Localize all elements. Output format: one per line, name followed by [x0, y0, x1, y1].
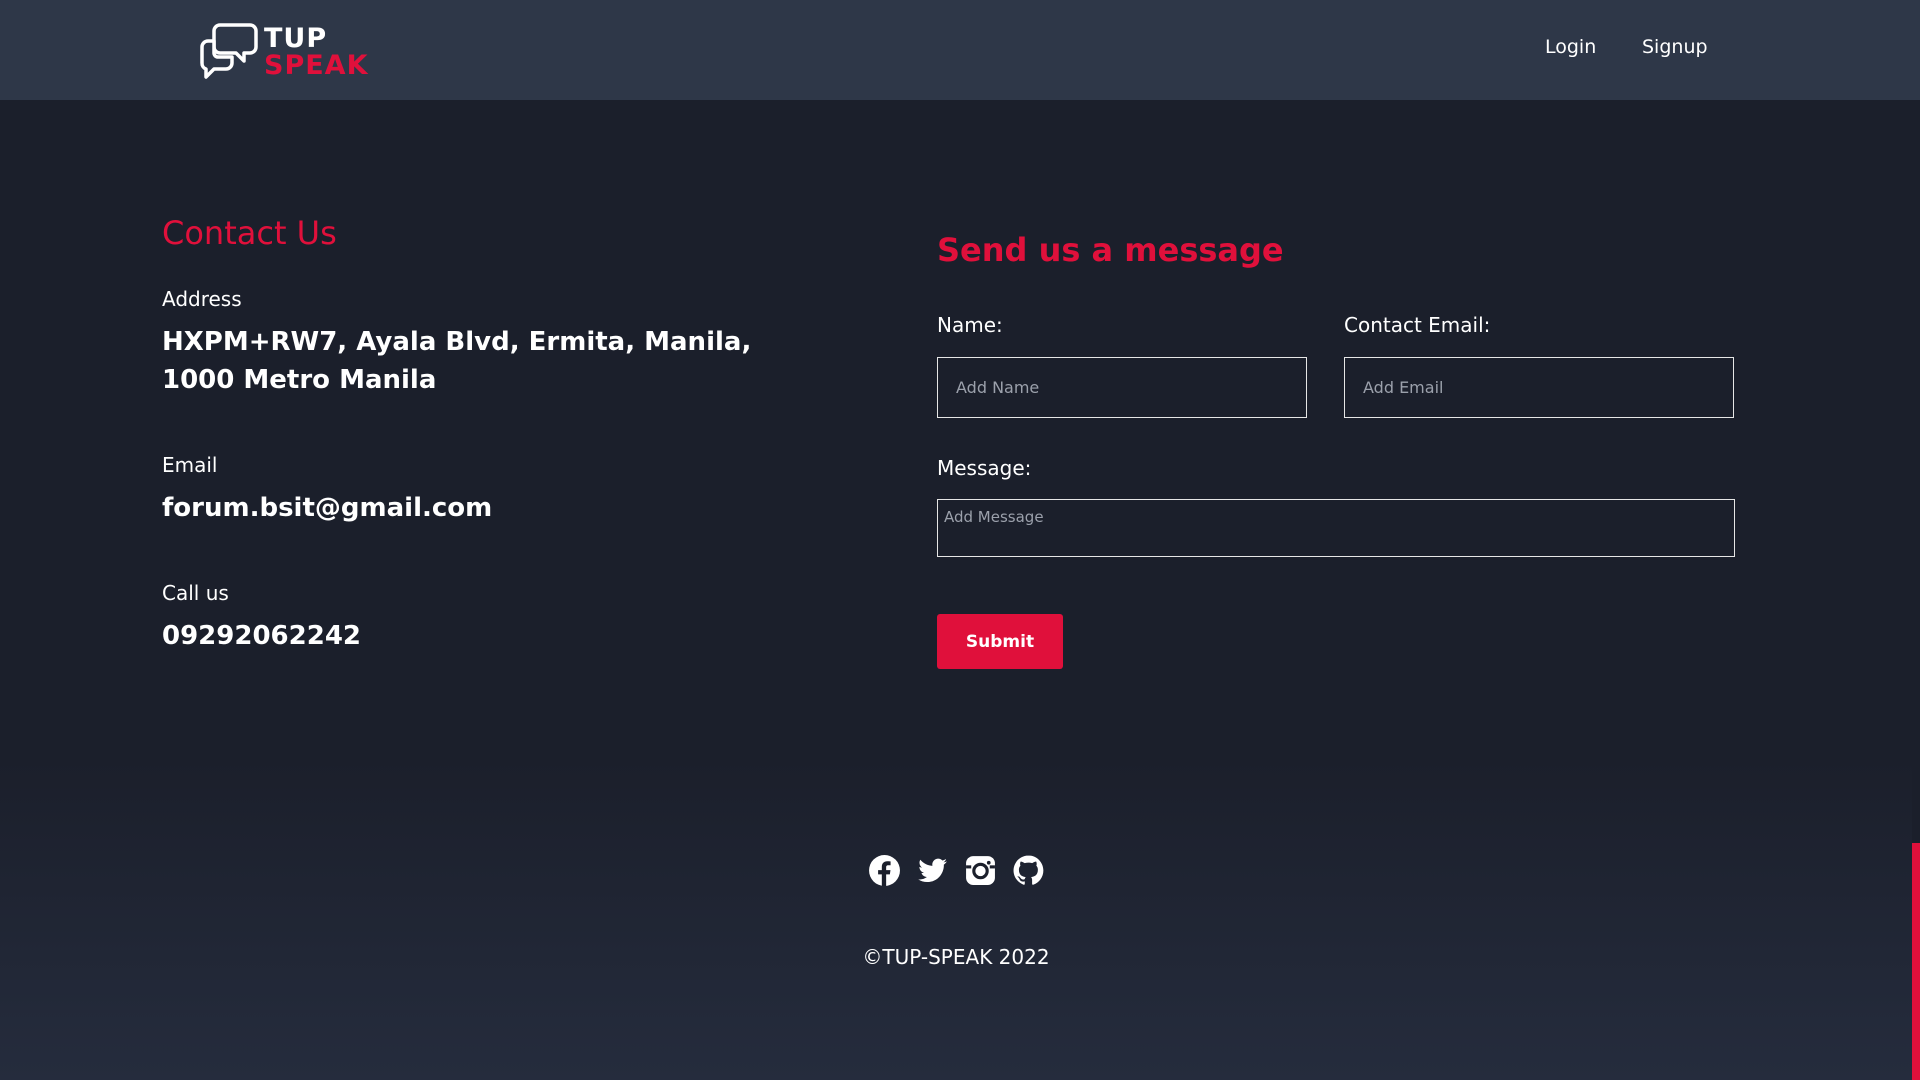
- logo-line-1: TUP: [264, 23, 328, 54]
- twitter-icon[interactable]: [916, 854, 949, 887]
- phone-value: 09292062242: [162, 621, 361, 651]
- social-links: [868, 854, 1045, 887]
- send-message-heading: Send us a message: [937, 231, 1284, 269]
- name-label: Name:: [937, 313, 1003, 337]
- login-link[interactable]: Login: [1545, 36, 1596, 58]
- copyright-text: ©TUP-SPEAK 2022: [862, 945, 1050, 969]
- github-icon[interactable]: [1012, 854, 1045, 887]
- chat-bubbles-icon: [200, 23, 258, 79]
- logo-line-2: SPEAK: [264, 50, 369, 81]
- email-value: forum.bsit@gmail.com: [162, 493, 493, 523]
- submit-button[interactable]: Submit: [937, 614, 1063, 669]
- address-label: Address: [162, 287, 242, 311]
- contact-email-input[interactable]: [1344, 357, 1734, 418]
- email-label: Email: [162, 453, 218, 477]
- tup-speak-logo[interactable]: TUP SPEAK: [198, 20, 368, 84]
- message-label: Message:: [937, 456, 1032, 480]
- scrollbar-thumb[interactable]: [1912, 843, 1920, 1080]
- logo-wordmark: TUP SPEAK: [264, 25, 369, 79]
- message-textarea[interactable]: [937, 499, 1735, 557]
- contact-email-label: Contact Email:: [1344, 313, 1491, 337]
- top-navbar: TUP SPEAK Login Signup: [0, 0, 1920, 100]
- name-input[interactable]: [937, 357, 1307, 418]
- footer: [0, 760, 1912, 1080]
- call-us-label: Call us: [162, 581, 229, 605]
- address-value: HXPM+RW7, Ayala Blvd, Ermita, Manila, 10…: [162, 327, 752, 395]
- facebook-icon[interactable]: [868, 854, 901, 887]
- signup-link[interactable]: Signup: [1642, 36, 1708, 58]
- instagram-icon[interactable]: [964, 854, 997, 887]
- contact-us-heading: Contact Us: [162, 214, 337, 252]
